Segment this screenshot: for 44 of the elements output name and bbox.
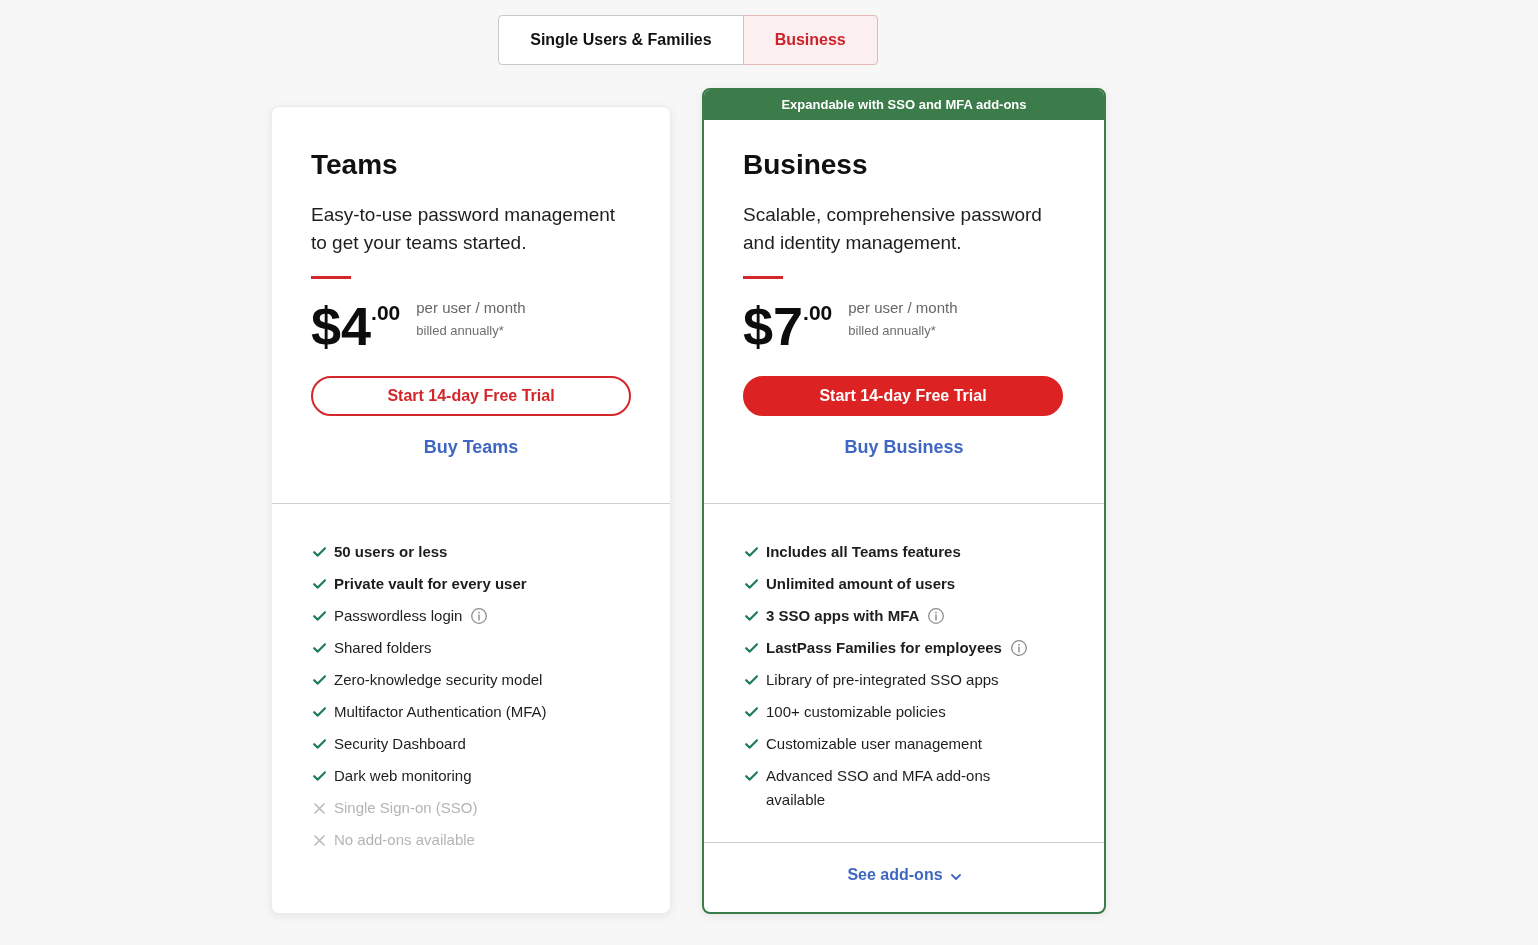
- feature-text: Private vault for every user: [334, 574, 527, 594]
- info-icon[interactable]: [1010, 640, 1027, 656]
- feature-text: Customizable user management: [766, 734, 982, 754]
- info-icon[interactable]: [471, 608, 488, 624]
- feature-text: Includes all Teams features: [766, 542, 961, 562]
- buy-link[interactable]: Buy Teams: [423, 433, 519, 461]
- free-trial-button[interactable]: Start 14-day Free Trial: [311, 376, 631, 416]
- price-amount: $4: [311, 299, 372, 353]
- billing-period: per user / month: [416, 298, 526, 318]
- accent-line: [743, 276, 783, 279]
- feature-text: No add-ons available: [334, 830, 475, 850]
- feature-text: LastPass Families for employees: [766, 638, 1002, 658]
- price-amount: $7: [743, 299, 804, 353]
- billing-note: billed annually*: [416, 322, 505, 340]
- see-addons-link[interactable]: See add-ons: [847, 863, 961, 887]
- plan-banner: Expandable with SSO and MFA add-ons: [704, 90, 1104, 120]
- plan-title: Business: [743, 148, 869, 182]
- feature-text: 100+ customizable policies: [766, 702, 946, 722]
- feature-text: Dark web monitoring: [334, 766, 472, 786]
- free-trial-button[interactable]: Start 14-day Free Trial: [743, 376, 1063, 416]
- accent-line: [311, 276, 351, 279]
- feature-text: Zero-knowledge security model: [334, 670, 543, 690]
- feature-text: Multifactor Authentication (MFA): [334, 702, 547, 722]
- feature-text: 50 users or less: [334, 542, 448, 562]
- feature-text: Unlimited amount of users: [766, 574, 956, 594]
- price-cents: .00: [371, 302, 401, 323]
- feature-text: 3 SSO apps with MFA: [766, 606, 920, 626]
- billing-note: billed annually*: [848, 322, 937, 340]
- feature-text: Single Sign-on (SSO): [334, 798, 478, 818]
- plan-description: Easy-to-use password management to get your teams started.: [311, 203, 617, 255]
- feature-text: Passwordless login: [334, 606, 463, 626]
- feature-text: Library of pre-integrated SSO apps: [766, 670, 999, 690]
- plan-description: Scalable, comprehensive password and identity management.: [743, 203, 1043, 255]
- plan-title: Teams: [311, 148, 399, 182]
- price-cents: .00: [803, 302, 833, 323]
- feature-text: Shared folders: [334, 638, 432, 658]
- segment-tab[interactable]: Single Users & Families: [498, 15, 744, 65]
- feature-text: Advanced SSO and MFA add-ons available: [766, 766, 992, 810]
- info-icon[interactable]: [928, 608, 945, 624]
- feature-text: Security Dashboard: [334, 734, 466, 754]
- segment-tab[interactable]: Business: [742, 15, 878, 65]
- chevron-down-icon: [950, 874, 961, 880]
- billing-period: per user / month: [848, 298, 958, 318]
- buy-link[interactable]: Buy Business: [844, 433, 964, 461]
